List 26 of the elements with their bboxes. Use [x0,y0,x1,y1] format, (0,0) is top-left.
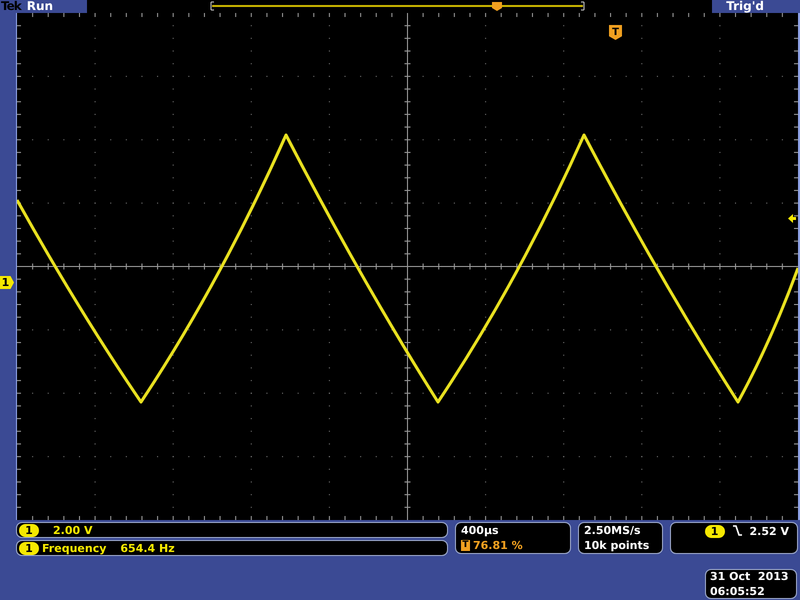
horizontal-readout[interactable]: 400µs T 76.81 % [455,522,571,554]
volts-per-div: 2.00 V [53,524,92,536]
time-per-div: 400µs [461,523,499,538]
measurement-value: 654.4 Hz [120,542,175,554]
brand-label: Tek [0,0,21,13]
trigger-status: Trig'd [726,0,765,13]
channel-scale-readout[interactable]: 1 2.00 V [16,522,448,538]
date-label: 31 Oct 2013 [710,569,789,584]
trigger-level-arrow-icon [788,214,796,223]
trigger-position-marker[interactable]: T [609,25,622,40]
record-length: 10k points [584,538,650,553]
channel-badge: 1 [704,525,725,538]
channel-marker[interactable]: 1 [0,276,14,289]
trigger-readout[interactable]: 1 2.52 V [670,522,798,554]
measurement-name: Frequency [42,542,106,554]
trigger-position: 76.81 % [473,538,523,553]
measurement-readout[interactable]: 1 Frequency 654.4 Hz [16,540,448,556]
run-status: Run [26,0,54,13]
channel-badge: 1 [19,524,39,536]
falling-edge-icon [732,525,742,536]
trigger-level: 2.52 V [750,525,789,538]
time-label: 06:05:52 [710,584,765,599]
trigger-marker: T [461,540,470,551]
acquisition-readout[interactable]: 2.50MS/s 10k points [578,522,663,554]
sample-rate: 2.50MS/s [584,523,641,538]
channel-badge: 1 [19,542,39,554]
